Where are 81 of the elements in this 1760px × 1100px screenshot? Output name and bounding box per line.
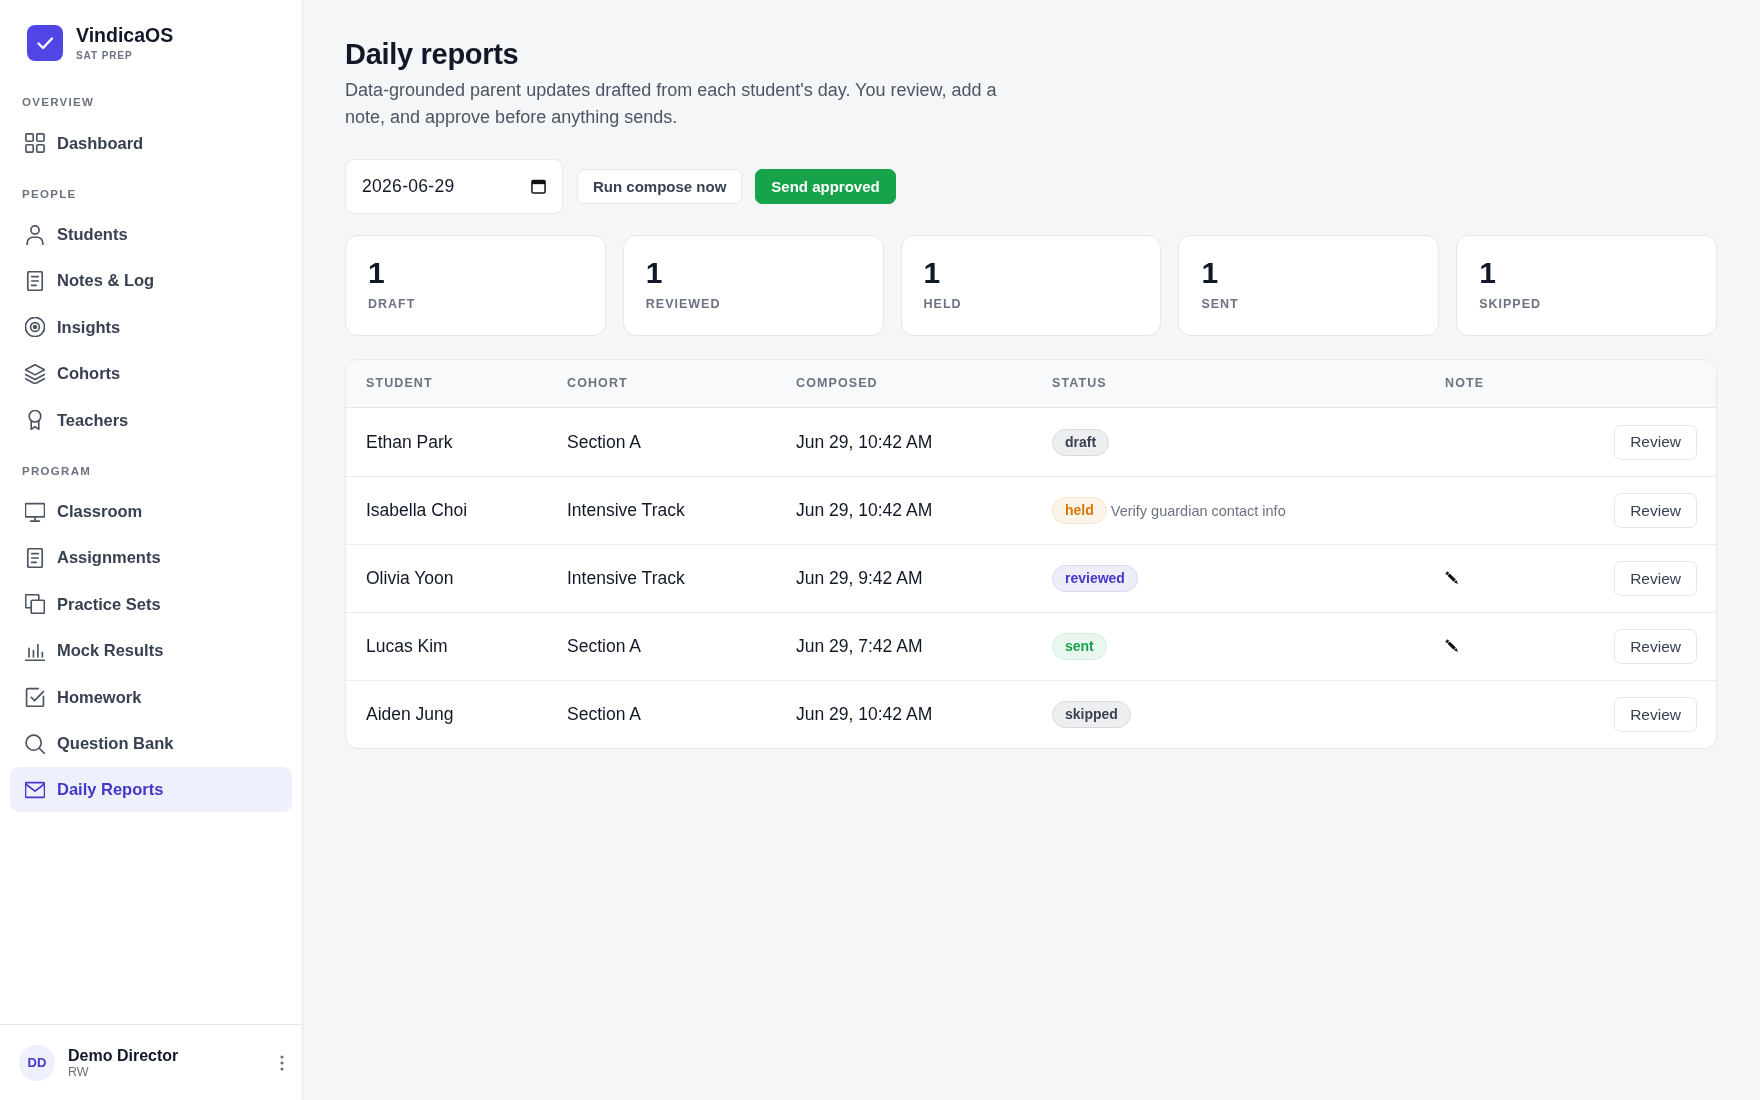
nav-item[interactable]: Notes & Log (10, 258, 292, 304)
composed-time: Jun 29, 7:42 AM (796, 636, 923, 657)
monitor-icon (25, 501, 45, 522)
layers-icon (25, 363, 45, 384)
document-icon (25, 270, 45, 291)
column-header: STUDENT (366, 376, 433, 391)
nav-item[interactable]: Insights (10, 304, 292, 350)
review-button[interactable]: Review (1614, 561, 1697, 596)
calendar-icon[interactable] (531, 179, 546, 194)
nav-item[interactable]: Students (10, 212, 292, 257)
section-heading: PROGRAM (21, 463, 92, 478)
page-description: Data-grounded parent updates drafted from each student's day. You review, add a note, and approve before anything sends. (345, 79, 998, 129)
brand-name: VindicaOS (76, 24, 174, 46)
column-header: NOTE (1445, 376, 1485, 391)
toolbar-button[interactable]: Run compose now (577, 169, 743, 204)
user-name: Demo Director (68, 1045, 179, 1065)
cohort-name: Section A (567, 704, 641, 725)
stat-label: DRAFT (368, 297, 416, 312)
student-name: Isabella Choi (366, 500, 468, 521)
checkmark-logo-icon (27, 25, 63, 61)
composed-time: Jun 29, 10:42 AM (796, 500, 933, 521)
nav-item[interactable]: Classroom (10, 489, 292, 535)
stat-value: 1 (1479, 255, 1496, 291)
review-button[interactable]: Review (1614, 697, 1697, 732)
status-badge: skipped (1052, 701, 1131, 728)
section-heading: PEOPLE (21, 186, 77, 201)
student-name: Lucas Kim (366, 636, 448, 657)
stat-value: 1 (1201, 255, 1219, 291)
nav-item[interactable]: Homework (10, 674, 292, 720)
nav-item[interactable]: Dashboard (10, 120, 292, 166)
user-role: RW (68, 1064, 89, 1080)
document-icon (25, 547, 45, 568)
nav-item[interactable]: Mock Results (10, 628, 292, 674)
student-name: Aiden Jung (366, 704, 454, 725)
column-header: STATUS (1052, 376, 1107, 391)
user-avatar: DD (19, 1044, 55, 1081)
nav-item[interactable]: Teachers (10, 397, 292, 443)
more-icon[interactable] (280, 1054, 284, 1071)
stat-label: SENT (1201, 297, 1239, 312)
stat-label: REVIEWED (645, 297, 721, 312)
status-badge: reviewed (1052, 565, 1138, 592)
envelope-icon (25, 779, 45, 800)
stat-value: 1 (368, 255, 385, 291)
section-heading: OVERVIEW (21, 95, 95, 109)
grid-icon (25, 133, 45, 153)
review-button[interactable]: Review (1614, 629, 1697, 664)
status-badge: held (1052, 497, 1107, 524)
nav-item[interactable]: Daily Reports (10, 767, 292, 813)
composed-time: Jun 29, 10:42 AM (796, 704, 933, 725)
column-header: COHORT (567, 376, 628, 391)
date-field[interactable]: 2026-06-29 (345, 159, 563, 214)
review-button[interactable]: Review (1614, 424, 1697, 460)
composed-time: Jun 29, 9:42 AM (796, 568, 923, 589)
cohort-name: Intensive Track (567, 568, 685, 589)
checkbox-icon (25, 687, 45, 708)
search-icon (25, 733, 45, 754)
copy-icon (25, 594, 45, 615)
stat-value: 1 (923, 255, 941, 291)
award-icon (25, 410, 45, 431)
column-header: COMPOSED (796, 376, 878, 391)
composed-time: Jun 29, 10:42 AM (796, 431, 933, 453)
student-name: Ethan Park (366, 431, 453, 453)
student-name: Olivia Yoon (366, 568, 454, 589)
nav-item[interactable]: Question Bank (10, 721, 292, 766)
stat-value: 1 (645, 255, 663, 291)
target-icon (25, 317, 45, 338)
page-title: Daily reports (345, 37, 519, 72)
status-badge: sent (1052, 633, 1107, 660)
nav-item[interactable]: Cohorts (10, 351, 292, 397)
stat-label: SKIPPED (1479, 297, 1542, 312)
nav-item[interactable]: Assignments (10, 535, 292, 581)
nav-item[interactable]: Practice Sets (10, 581, 292, 627)
stat-label: HELD (923, 297, 962, 312)
cohort-name: Section A (567, 636, 641, 657)
person-icon (25, 224, 45, 245)
brand-tagline: SAT PREP (76, 49, 133, 62)
cohort-name: Intensive Track (567, 500, 685, 521)
review-button[interactable]: Review (1614, 493, 1697, 528)
cohort-name: Section A (567, 431, 641, 453)
hold-reason: Verify guardian contact info (1110, 502, 1286, 519)
status-badge: draft (1052, 428, 1110, 456)
